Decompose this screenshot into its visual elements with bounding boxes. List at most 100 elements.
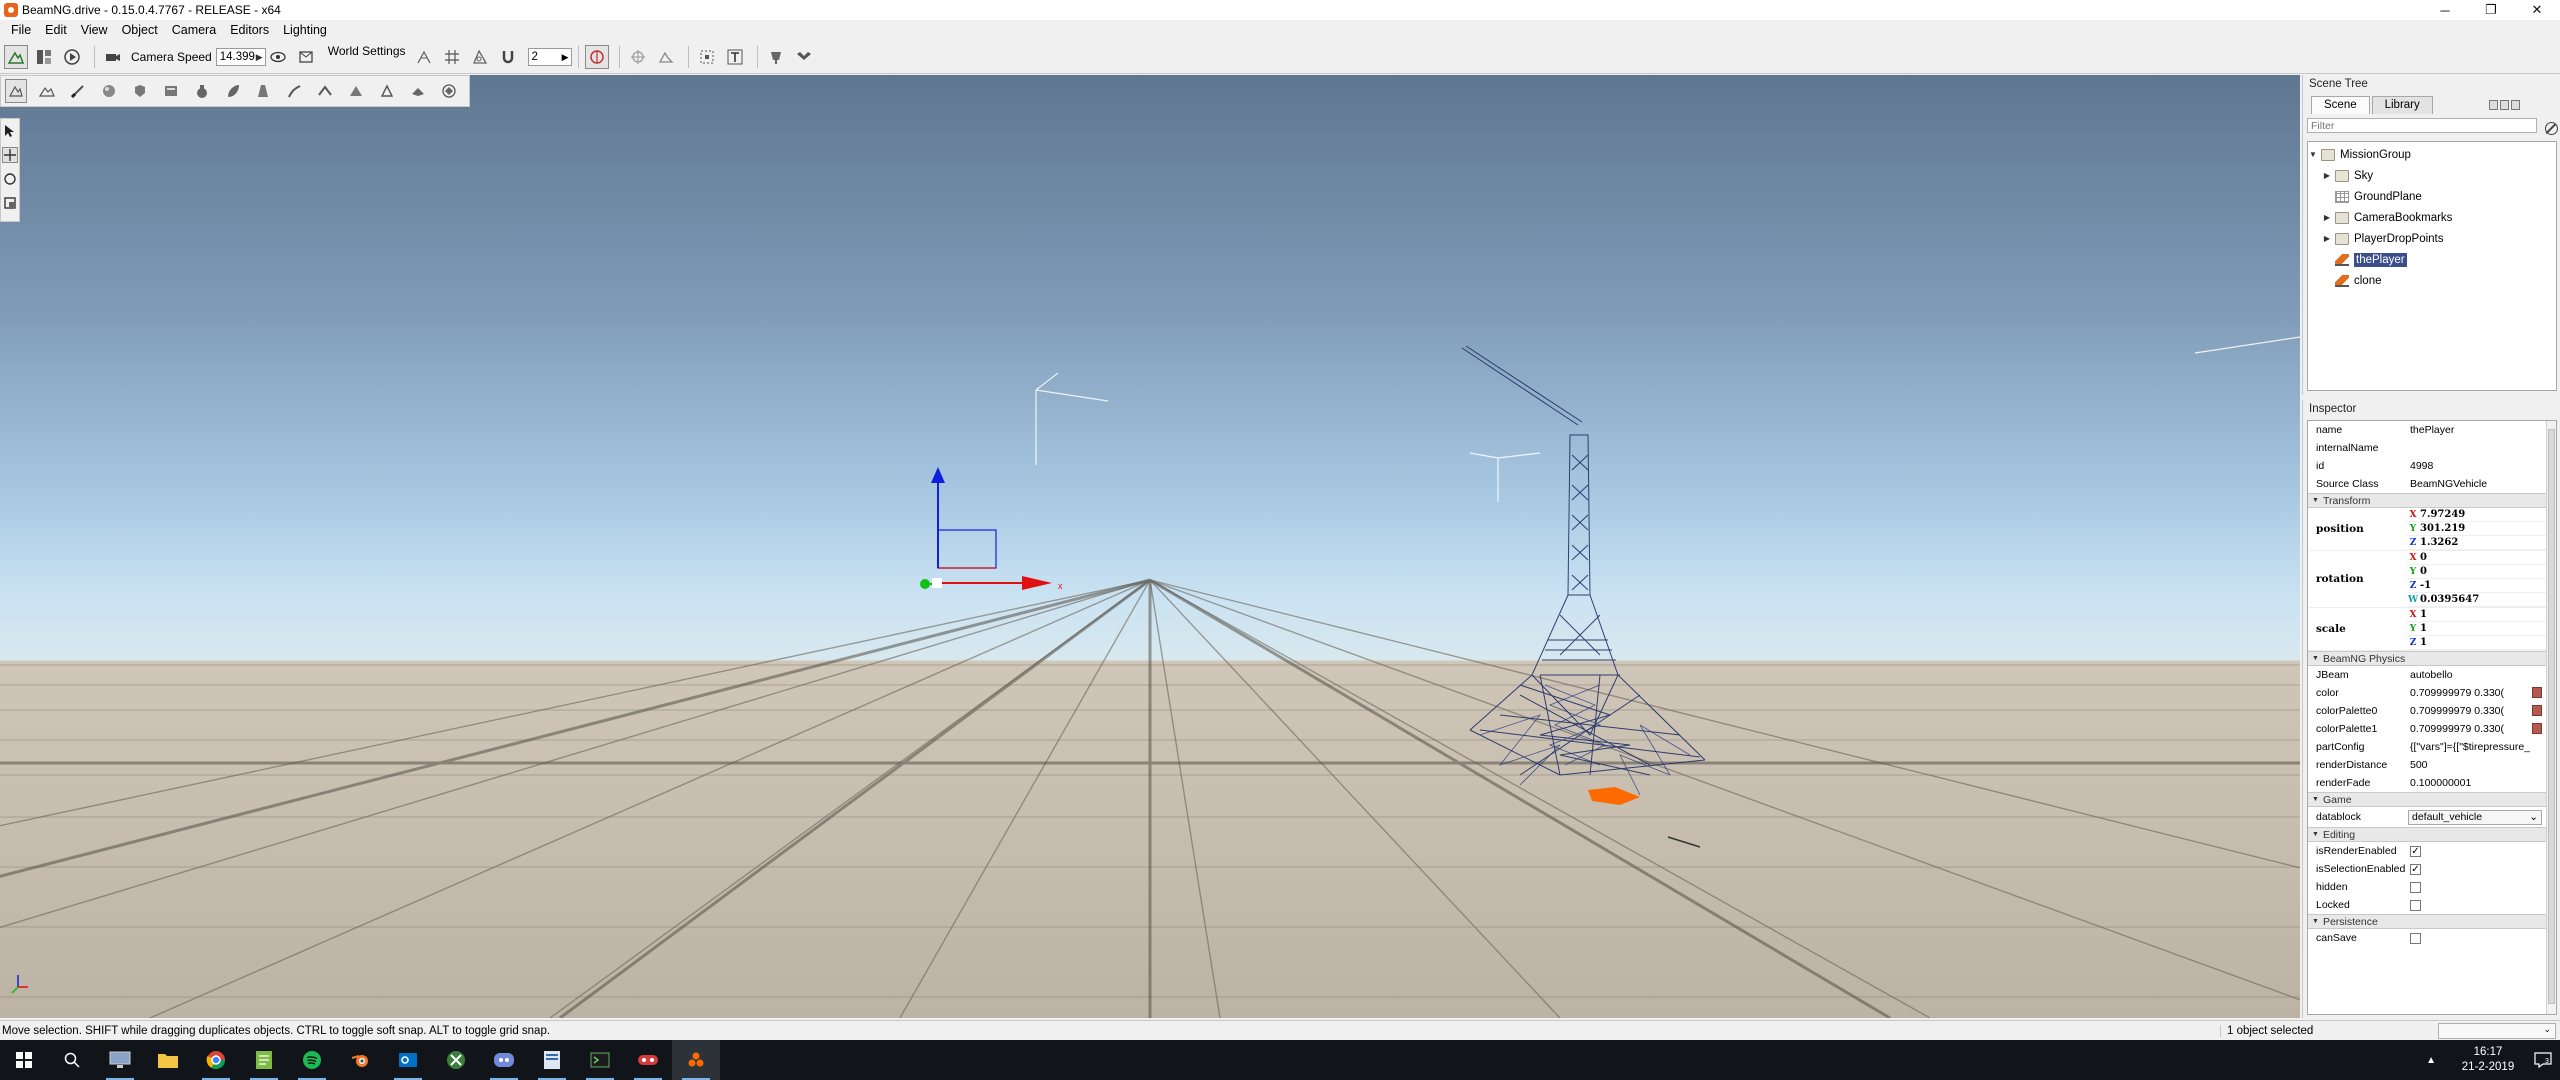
color-palette-0-swatch-button[interactable] (2532, 705, 2542, 716)
rotation-y-input[interactable]: 0 (2420, 566, 2427, 577)
clear-filter-icon[interactable] (2545, 122, 2558, 135)
drop-object-icon[interactable] (764, 45, 788, 69)
datablock-dropdown[interactable]: default_vehicle ⌄ (2408, 809, 2542, 825)
position-x-input[interactable]: 7.97249 (2420, 509, 2465, 520)
search-taskbar-button[interactable] (48, 1040, 96, 1080)
menu-lighting[interactable]: Lighting (276, 23, 334, 37)
close-button[interactable]: ✕ (2514, 0, 2560, 20)
scale-x-input[interactable]: 1 (2420, 609, 2427, 620)
is-selection-enabled-checkbox[interactable]: ✓ (2410, 863, 2421, 875)
notifications-button[interactable]: 3 (2526, 1052, 2560, 1068)
particle-editor-icon[interactable] (191, 79, 213, 103)
fit-view-icon[interactable] (695, 45, 719, 69)
tree-item-sky[interactable]: ▶ Sky (2308, 165, 2556, 186)
group-beamng-physics[interactable]: ▼ BeamNG Physics (2308, 651, 2556, 666)
play-game-icon[interactable] (60, 45, 84, 69)
expand-arrow-icon[interactable]: ▶ (2322, 234, 2332, 243)
lock-icon[interactable] (2489, 100, 2498, 110)
scale-z-input[interactable]: 1 (2420, 637, 2427, 648)
snap-size-arrow-icon[interactable]: ▶ (562, 52, 571, 63)
decal-editor-icon[interactable] (376, 79, 398, 103)
jbeam-value[interactable]: autobello (2408, 669, 2556, 681)
maximize-button[interactable]: ❐ (2468, 0, 2514, 20)
can-save-checkbox[interactable] (2410, 932, 2421, 944)
visibility-eye-icon[interactable] (266, 45, 290, 69)
beamng-app[interactable] (672, 1040, 720, 1080)
move-tool-icon[interactable] (2, 147, 18, 163)
material-editor-icon[interactable] (98, 79, 120, 103)
camera-icon[interactable] (101, 45, 125, 69)
group-transform[interactable]: ▼ Transform (2308, 493, 2556, 508)
collapse-arrow-icon[interactable]: ▼ (2308, 150, 2318, 159)
decal-road-editor-icon[interactable] (283, 79, 305, 103)
render-distance-value[interactable]: 500 (2408, 759, 2556, 771)
scene-filter-input[interactable] (2307, 118, 2537, 133)
river-editor-icon[interactable] (314, 79, 336, 103)
drop-camera-icon[interactable] (792, 45, 816, 69)
chrome-app[interactable] (192, 1040, 240, 1080)
menu-view[interactable]: View (74, 23, 115, 37)
outlook-app[interactable] (384, 1040, 432, 1080)
tree-item-groundplane[interactable]: GroundPlane (2308, 186, 2556, 207)
tab-library[interactable]: Library (2371, 96, 2433, 114)
new-folder-icon[interactable] (2500, 100, 2509, 110)
rotation-x-input[interactable]: 0 (2420, 552, 2427, 563)
menu-editors[interactable]: Editors (223, 23, 276, 37)
world-transform-icon[interactable] (654, 45, 678, 69)
collapse-arrow-icon[interactable]: ▼ (2312, 655, 2319, 662)
group-editing[interactable]: ▼ Editing (2308, 827, 2556, 842)
taskbar-clock[interactable]: 16:17 21-2-2019 (2450, 1045, 2526, 1075)
position-y-input[interactable]: 301.219 (2420, 523, 2465, 534)
notepad-app[interactable] (240, 1040, 288, 1080)
bounds-snap-icon[interactable] (468, 45, 492, 69)
world-settings-label[interactable]: World Settings (328, 44, 406, 58)
render-fade-value[interactable]: 0.100000001 (2408, 777, 2556, 789)
spotify-app[interactable] (288, 1040, 336, 1080)
object-editor-icon[interactable] (5, 79, 27, 103)
inspector-scrollbar[interactable] (2546, 421, 2556, 1014)
delete-icon[interactable] (2511, 100, 2520, 110)
shape-editor-icon[interactable] (407, 79, 429, 103)
tree-item-clone[interactable]: clone (2308, 270, 2556, 291)
tab-scene[interactable]: Scene (2311, 96, 2370, 114)
hidden-checkbox[interactable] (2410, 881, 2421, 893)
rotation-w-input[interactable]: 0.0395647 (2420, 594, 2479, 605)
tree-item-camerabookmarks[interactable]: ▶ CameraBookmarks (2308, 207, 2556, 228)
status-dropdown[interactable]: ⌄ (2438, 1023, 2556, 1039)
menu-object[interactable]: Object (115, 23, 165, 37)
collapse-arrow-icon[interactable]: ▼ (2312, 497, 2319, 504)
3d-viewport[interactable]: x (0, 75, 2300, 1018)
scrollbar-thumb[interactable] (2548, 429, 2555, 1004)
world-editor-icon[interactable] (4, 45, 28, 69)
terrain-painter-icon[interactable] (67, 79, 89, 103)
collapse-arrow-icon[interactable]: ▼ (2312, 918, 2319, 925)
xbox-app[interactable] (432, 1040, 480, 1080)
rotation-z-input[interactable]: -1 (2420, 580, 2431, 591)
position-z-input[interactable]: 1.3262 (2420, 537, 2458, 548)
select-arrow-icon[interactable] (2, 123, 18, 139)
part-config-value[interactable]: {["vars"]={["$tirepressure_ (2408, 741, 2556, 753)
collapse-arrow-icon[interactable]: ▼ (2312, 796, 2319, 803)
scale-y-input[interactable]: 1 (2420, 623, 2427, 634)
object-selection-icon[interactable] (584, 45, 609, 69)
magnet-icon[interactable] (496, 45, 520, 69)
start-button[interactable] (0, 1040, 48, 1080)
rotate-tool-icon[interactable] (2, 171, 18, 187)
discord-app[interactable] (480, 1040, 528, 1080)
camera-speed-arrow-icon[interactable]: ▶ (256, 52, 265, 63)
color-swatch-button[interactable] (2532, 687, 2542, 698)
name-value[interactable]: thePlayer (2408, 424, 2556, 436)
snap-size-input[interactable]: 2 ▶ (527, 48, 572, 66)
text-label-icon[interactable] (723, 45, 747, 69)
convex-editor-icon[interactable] (438, 79, 460, 103)
scale-tool-icon[interactable] (2, 195, 18, 211)
tree-item-theplayer[interactable]: thePlayer (2308, 249, 2556, 270)
game-launcher-app[interactable] (624, 1040, 672, 1080)
menu-camera[interactable]: Camera (165, 23, 223, 37)
file-explorer-app[interactable] (144, 1040, 192, 1080)
color-palette-1-swatch-button[interactable] (2532, 723, 2542, 734)
mesh-road-editor-icon[interactable] (253, 79, 275, 103)
render-mode-icon[interactable] (294, 45, 318, 69)
object-center-icon[interactable] (626, 45, 650, 69)
terrain-editor-icon[interactable] (36, 79, 58, 103)
